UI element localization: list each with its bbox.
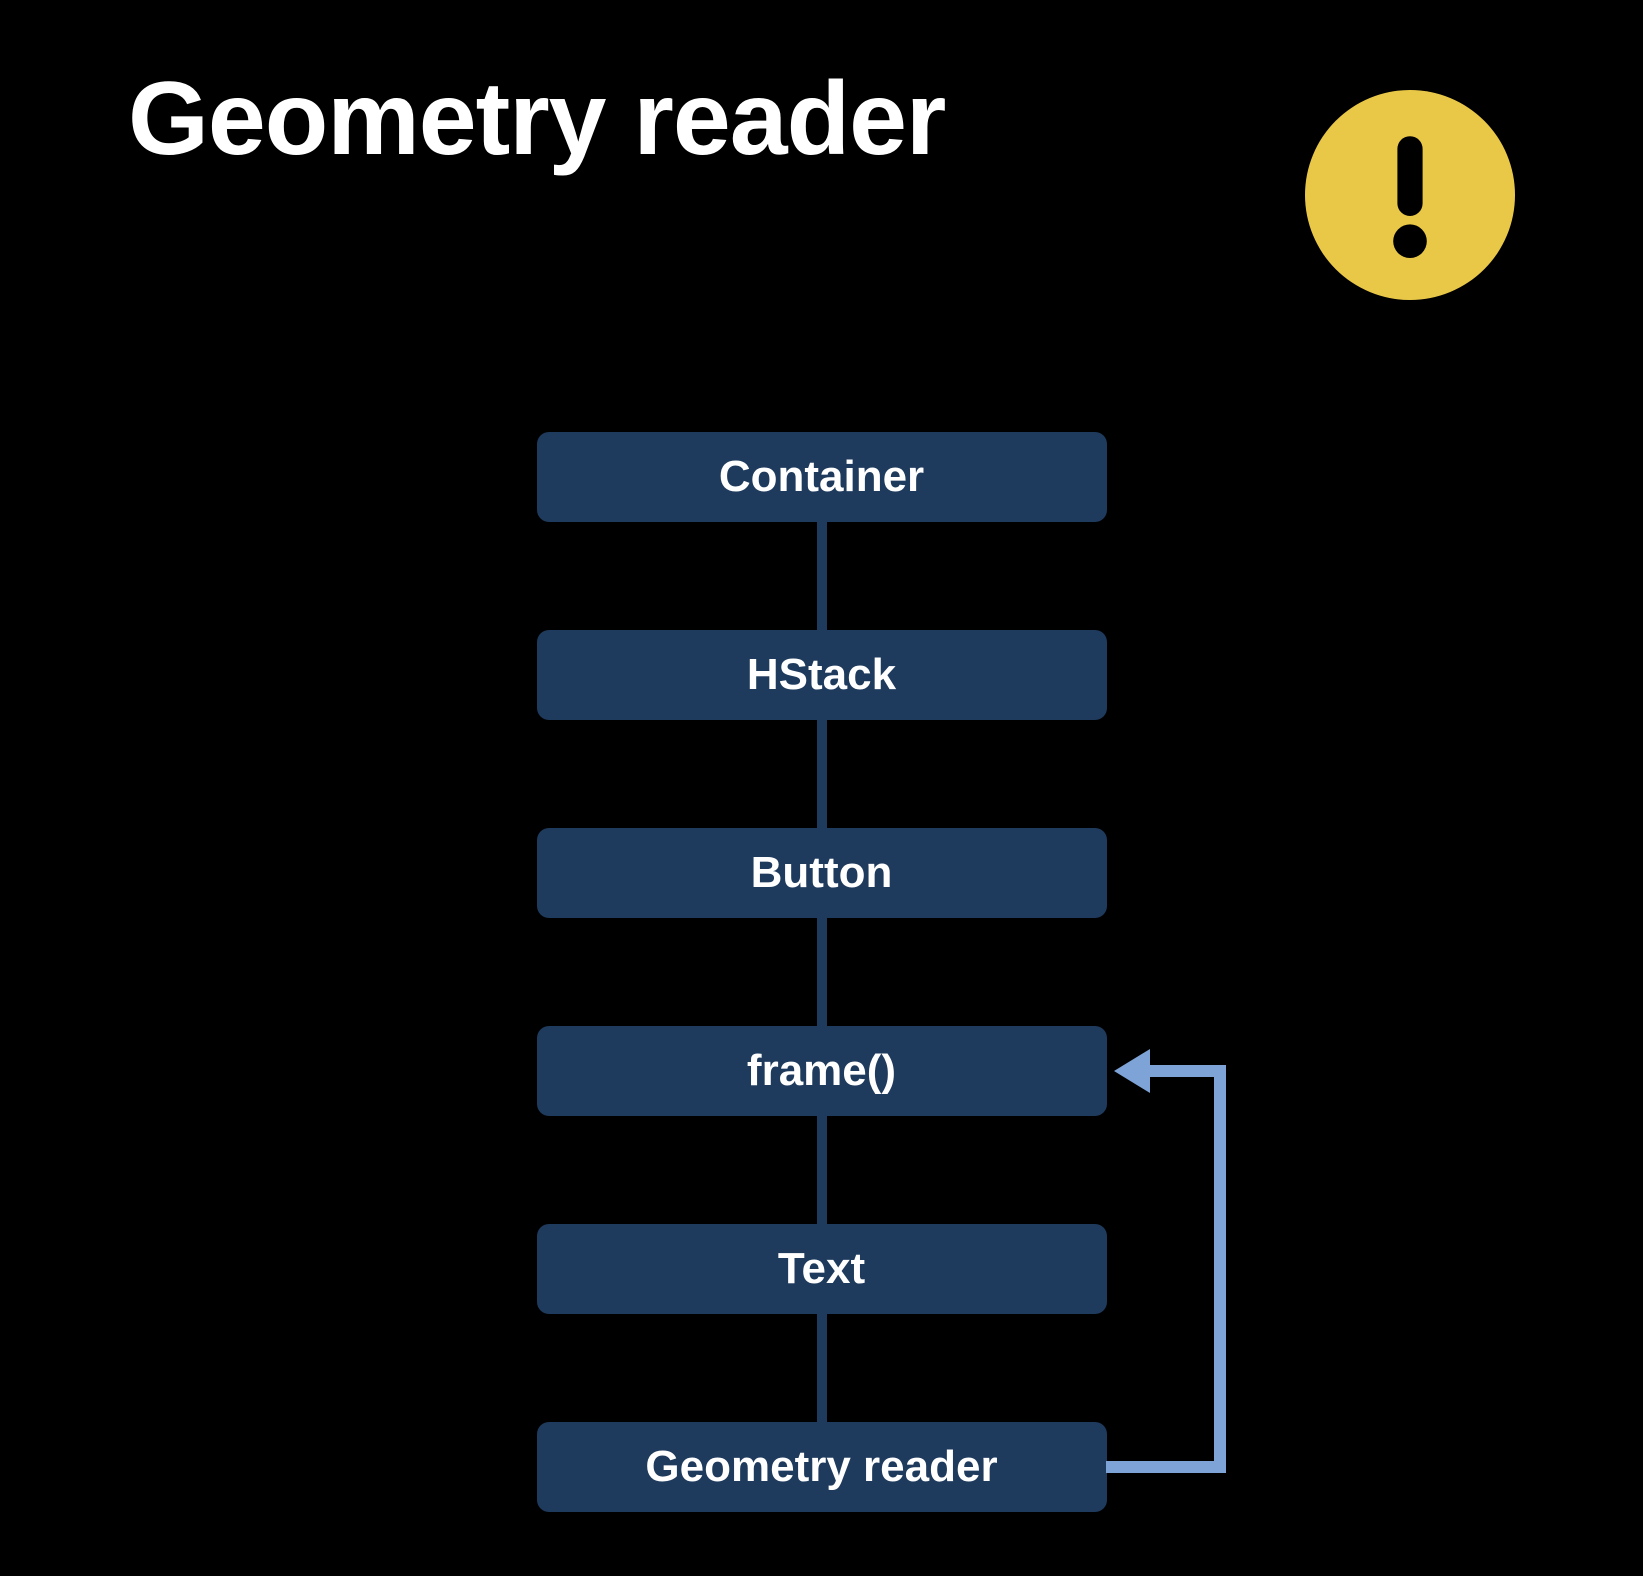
node-label: Container — [719, 452, 924, 502]
diagram-node: Button — [537, 828, 1107, 918]
tree-connector — [817, 1116, 827, 1224]
loop-arrow-head-icon — [1114, 1049, 1150, 1093]
tree-connector — [817, 522, 827, 630]
node-label: frame() — [747, 1046, 896, 1096]
diagram-node: Container — [537, 432, 1107, 522]
loop-arrow-segment — [1150, 1065, 1226, 1077]
node-label: Text — [778, 1244, 865, 1294]
diagram-node: frame() — [537, 1026, 1107, 1116]
loop-arrow-segment — [1214, 1065, 1226, 1473]
tree-connector — [817, 720, 827, 828]
tree-connector — [817, 1314, 827, 1422]
node-label: Button — [751, 848, 893, 898]
node-label: HStack — [747, 650, 896, 700]
warning-icon — [1305, 90, 1515, 300]
tree-connector — [817, 918, 827, 1026]
slide-title: Geometry reader — [128, 60, 945, 179]
diagram-node: Text — [537, 1224, 1107, 1314]
diagram-node: HStack — [537, 630, 1107, 720]
node-label: Geometry reader — [645, 1442, 997, 1492]
loop-arrow-segment — [1106, 1461, 1226, 1473]
diagram-node: Geometry reader — [537, 1422, 1107, 1512]
